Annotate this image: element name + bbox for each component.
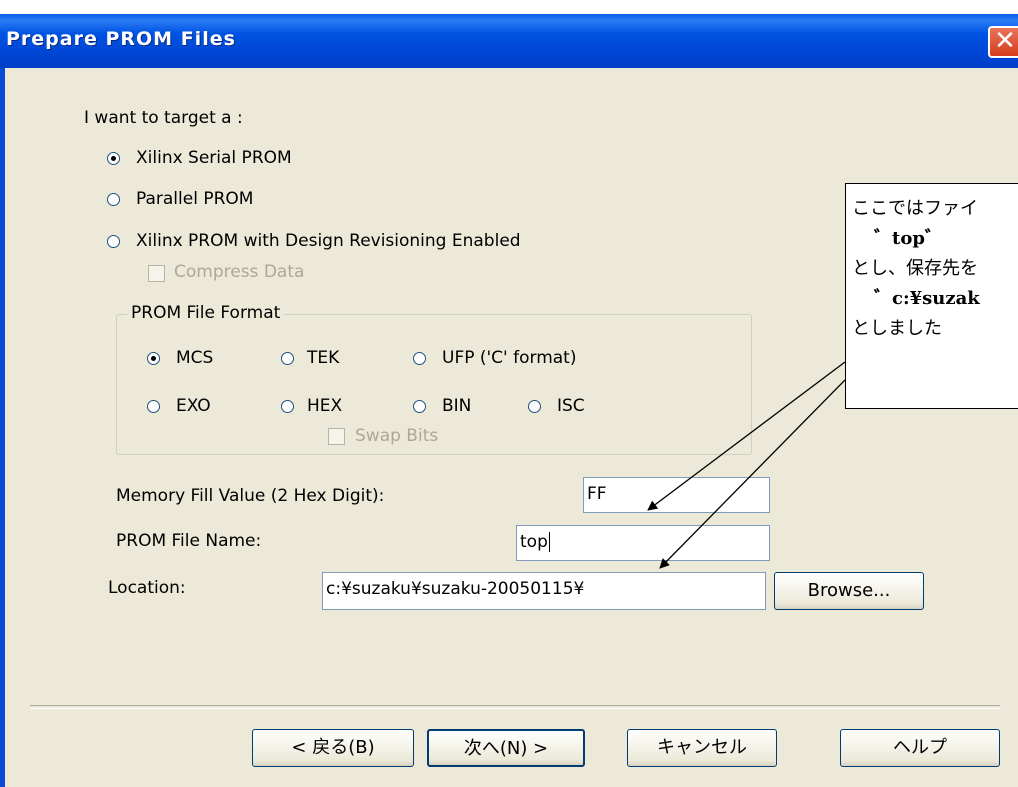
radio-tek-label[interactable]: TEK: [307, 348, 339, 368]
swap-bits-label: Swap Bits: [355, 426, 439, 446]
radio-mcs-label[interactable]: MCS: [176, 348, 213, 368]
radio-hex[interactable]: [281, 400, 294, 413]
callout-line-3: とし、保存先を: [852, 258, 978, 279]
radio-isc[interactable]: [528, 400, 541, 413]
back-button[interactable]: < 戻る(B): [252, 729, 414, 767]
radio-parallel-prom[interactable]: [107, 193, 120, 206]
prom-file-name-input[interactable]: top: [516, 525, 770, 561]
next-button[interactable]: 次へ(N) >: [427, 729, 585, 767]
close-button[interactable]: ✕: [988, 26, 1018, 58]
close-icon: ✕: [994, 26, 1016, 56]
compress-data-label: Compress Data: [174, 262, 305, 282]
title-bar[interactable]: Prepare PROM Files ✕: [0, 14, 1018, 68]
prom-file-format-title: PROM File Format: [127, 303, 285, 323]
prom-file-name-label: PROM File Name:: [116, 531, 262, 551]
text-cursor: [548, 532, 550, 552]
help-button[interactable]: ヘルプ: [840, 729, 1000, 767]
window-title: Prepare PROM Files: [6, 28, 236, 50]
radio-design-revisioning[interactable]: [107, 235, 120, 248]
radio-ufp[interactable]: [413, 352, 426, 365]
radio-bin-label[interactable]: BIN: [442, 396, 471, 416]
callout-line-2: ゛top゛: [874, 228, 943, 249]
radio-hex-label[interactable]: HEX: [307, 396, 342, 416]
top-strip: [0, 0, 1018, 14]
radio-exo[interactable]: [147, 400, 160, 413]
radio-design-revisioning-label[interactable]: Xilinx PROM with Design Revisioning Enab…: [136, 231, 521, 251]
browse-button[interactable]: Browse...: [774, 572, 924, 610]
radio-ufp-label[interactable]: UFP ('C' format): [442, 348, 576, 368]
radio-xilinx-serial-prom-label[interactable]: Xilinx Serial PROM: [136, 148, 292, 168]
radio-isc-label[interactable]: ISC: [557, 396, 585, 416]
target-label: I want to target a :: [84, 108, 243, 128]
callout-line-5: としました: [852, 318, 942, 339]
radio-mcs[interactable]: [147, 352, 160, 365]
radio-parallel-prom-label[interactable]: Parallel PROM: [136, 189, 253, 209]
callout-line-1: ここではファイ: [852, 198, 978, 219]
cancel-button[interactable]: キャンセル: [627, 729, 777, 767]
annotation-callout: ここではファイ ゛top゛ とし、保存先を ゛c:¥suzak としました: [845, 183, 1018, 409]
callout-line-4: ゛c:¥suzak: [874, 288, 980, 309]
location-label: Location:: [108, 578, 186, 598]
compress-data-checkbox[interactable]: [148, 265, 165, 282]
radio-xilinx-serial-prom[interactable]: [107, 152, 120, 165]
memory-fill-input[interactable]: FF: [583, 477, 770, 513]
separator: [30, 705, 1000, 709]
radio-bin[interactable]: [413, 400, 426, 413]
radio-exo-label[interactable]: EXO: [176, 396, 211, 416]
swap-bits-checkbox[interactable]: [328, 428, 345, 445]
radio-tek[interactable]: [281, 352, 294, 365]
prom-file-name-value: top: [520, 532, 548, 552]
memory-fill-label: Memory Fill Value (2 Hex Digit):: [116, 486, 385, 506]
location-input[interactable]: c:¥suzaku¥suzaku-20050115¥: [322, 572, 766, 610]
